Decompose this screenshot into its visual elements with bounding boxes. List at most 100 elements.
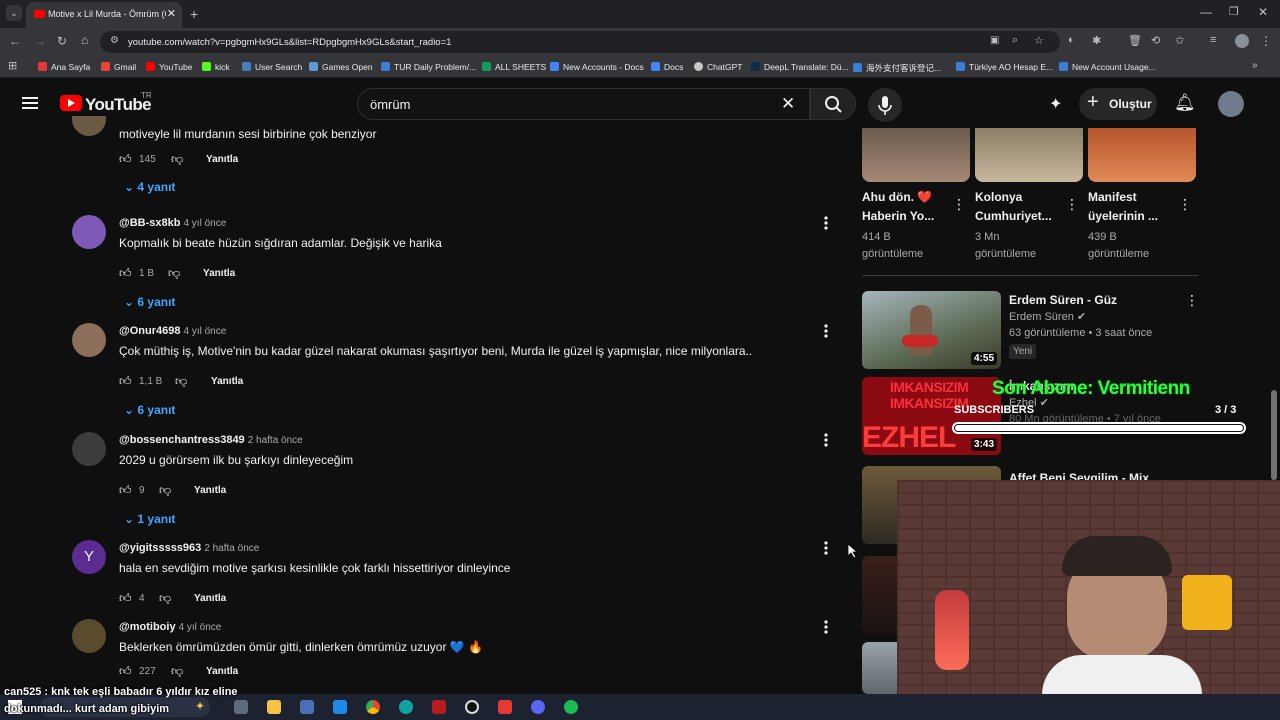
avatar[interactable]: Y (72, 540, 106, 574)
reply-button[interactable]: Yanıtla (206, 666, 238, 677)
install-app-icon[interactable]: ▣ (990, 35, 999, 46)
comment-author[interactable]: @BB-sx8kb 4 yıl önce (119, 217, 226, 229)
video-channel[interactable]: Erdem Süren ✔ (1009, 309, 1086, 326)
voice-search-button[interactable] (868, 88, 902, 122)
video-title[interactable]: Erdem Süren - Güz (1009, 291, 1117, 310)
bookmark-item[interactable]: ChatGPT (694, 62, 742, 72)
profile-avatar[interactable] (1235, 34, 1249, 48)
menu-icon[interactable]: ⋮ (1260, 34, 1272, 48)
short-more-icon[interactable]: ⋮ (952, 196, 966, 213)
dislike-icon[interactable]: 👎︎ (159, 591, 171, 606)
comment-more-icon[interactable] (822, 323, 830, 339)
comment-author[interactable]: @motiboiy 4 yıl önce (119, 621, 221, 633)
dislike-icon[interactable]: 👎︎ (171, 152, 183, 167)
restore-button[interactable]: ❐ (1229, 5, 1239, 18)
short-more-icon[interactable]: ⋮ (1178, 196, 1192, 213)
tab-close-icon[interactable]: ✕ (167, 7, 176, 20)
chrome-icon[interactable] (366, 700, 380, 714)
history-icon[interactable]: ⟲ (1151, 34, 1160, 47)
back-button[interactable]: ← (9, 34, 21, 48)
bookmark-item[interactable]: Türkiye AO Hesap E... (956, 62, 1053, 72)
short-title[interactable]: Manifest üyelerinin ... (1088, 188, 1158, 226)
short-title[interactable]: Kolonya Cumhuriyet... (975, 188, 1052, 226)
video-thumbnail[interactable]: 4:55 (862, 291, 1001, 369)
dislike-icon[interactable]: 👎︎ (168, 266, 180, 281)
view-replies-button[interactable]: ⌄ 1 yanıt (124, 512, 175, 526)
short-more-icon[interactable]: ⋮ (1065, 196, 1079, 213)
reply-button[interactable]: Yanıtla (203, 268, 235, 279)
short-thumbnail[interactable] (862, 128, 970, 182)
comment-author[interactable]: @bossenchantress3849 2 hafta önce (119, 434, 303, 446)
bookmark-item[interactable]: Ana Sayfa (38, 62, 90, 72)
short-thumbnail[interactable] (1088, 128, 1196, 182)
browser-tab[interactable]: Motive x Lil Murda - Ömrüm (O ✕ (26, 2, 182, 28)
spotify-icon[interactable] (564, 700, 578, 714)
view-replies-button[interactable]: ⌄ 4 yanıt (124, 180, 175, 194)
like-icon[interactable]: 👍︎ (119, 374, 132, 389)
comment-more-icon[interactable] (822, 432, 830, 448)
trash-icon[interactable]: 🗑 (1128, 34, 1142, 47)
comment-more-icon[interactable] (822, 540, 830, 556)
tab-search-button[interactable]: ⌄ (6, 5, 22, 21)
taskbar-app-icon[interactable] (432, 700, 446, 714)
close-window-button[interactable]: ✕ (1258, 5, 1268, 19)
extensions-puzzle-icon[interactable]: ✱ (1092, 34, 1101, 47)
zoom-icon[interactable]: ⌕ (1012, 34, 1018, 47)
minimize-button[interactable]: — (1200, 5, 1212, 19)
bookmark-item[interactable]: TUR Daily Problem/... (381, 62, 476, 72)
home-icon[interactable]: ⌂ (81, 33, 88, 47)
bookmark-item[interactable]: ALL SHEETS (482, 62, 546, 72)
avatar[interactable] (72, 116, 106, 136)
more-bookmarks-icon[interactable]: » (1252, 60, 1258, 71)
dislike-icon[interactable]: 👎︎ (159, 483, 171, 498)
sidebar-icon[interactable]: ≡ (1210, 34, 1216, 46)
avatar[interactable] (72, 323, 106, 357)
forward-button[interactable]: → (34, 34, 46, 48)
bookmark-item[interactable]: Games Open (309, 62, 373, 72)
like-icon[interactable]: 👍︎ (119, 664, 132, 679)
comment-author[interactable]: @yigitsssss963 2 hafta önce (119, 542, 259, 554)
like-icon[interactable]: 👍︎ (119, 591, 132, 606)
extension-icon[interactable]: ◐ (1068, 34, 1075, 46)
page-scrollbar[interactable] (1271, 390, 1277, 480)
notifications-bell-icon[interactable]: 🔔︎ (1174, 93, 1196, 113)
reload-icon[interactable]: ↻ (57, 34, 67, 48)
taskbar-app-icon[interactable] (300, 700, 314, 714)
short-thumbnail[interactable] (975, 128, 1083, 182)
sparkle-icon[interactable]: ✦ (1049, 94, 1062, 114)
like-icon[interactable]: 👍︎ (119, 483, 132, 498)
edge-icon[interactable] (399, 700, 413, 714)
dislike-icon[interactable]: 👎︎ (171, 664, 183, 679)
reply-button[interactable]: Yanıtla (194, 593, 226, 604)
hamburger-menu-icon[interactable] (22, 97, 38, 99)
short-title[interactable]: Ahu dön. ❤️ Haberin Yo... (862, 188, 934, 226)
avatar[interactable] (72, 619, 106, 653)
clear-search-icon[interactable]: ✕ (781, 94, 795, 114)
view-replies-button[interactable]: ⌄ 6 yanıt (124, 295, 175, 309)
dislike-icon[interactable]: 👎︎ (175, 374, 187, 389)
view-replies-button[interactable]: ⌄ 6 yanıt (124, 403, 175, 417)
video-thumbnail[interactable]: IMKANSIZIM IMKANSIZIM EZHEL 3:43 (862, 377, 1001, 455)
avatar[interactable] (72, 215, 106, 249)
new-tab-button[interactable]: + (190, 6, 198, 22)
bookmark-item[interactable]: Gmail (101, 62, 136, 72)
reply-button[interactable]: Yanıtla (211, 376, 243, 387)
avatar[interactable] (72, 432, 106, 466)
site-info-icon[interactable]: ⚙ (110, 35, 119, 46)
address-bar[interactable]: ⚙ youtube.com/watch?v=pgbgmHx9GLs&list=R… (100, 31, 1060, 53)
discord-icon[interactable] (531, 700, 545, 714)
account-avatar[interactable] (1218, 91, 1244, 117)
video-more-icon[interactable]: ⋮ (1185, 292, 1199, 309)
taskbar-app-icon[interactable] (333, 700, 347, 714)
comment-more-icon[interactable] (822, 619, 830, 635)
apps-grid-icon[interactable]: ⊞ (8, 59, 17, 72)
bookmark-item[interactable]: kick (202, 62, 230, 72)
bookmark-item[interactable]: 海外支付客诉登记... (853, 62, 941, 74)
file-explorer-icon[interactable] (267, 700, 281, 714)
like-icon[interactable]: 👍︎ (119, 152, 132, 167)
comment-author[interactable]: @Onur4698 4 yıl önce (119, 325, 226, 337)
like-icon[interactable]: 👍︎ (119, 266, 132, 281)
bookmark-item[interactable]: DeepL Translate: Dü... (751, 62, 849, 72)
bookmark-item[interactable]: YouTube (146, 62, 192, 72)
task-view-icon[interactable] (234, 700, 248, 714)
